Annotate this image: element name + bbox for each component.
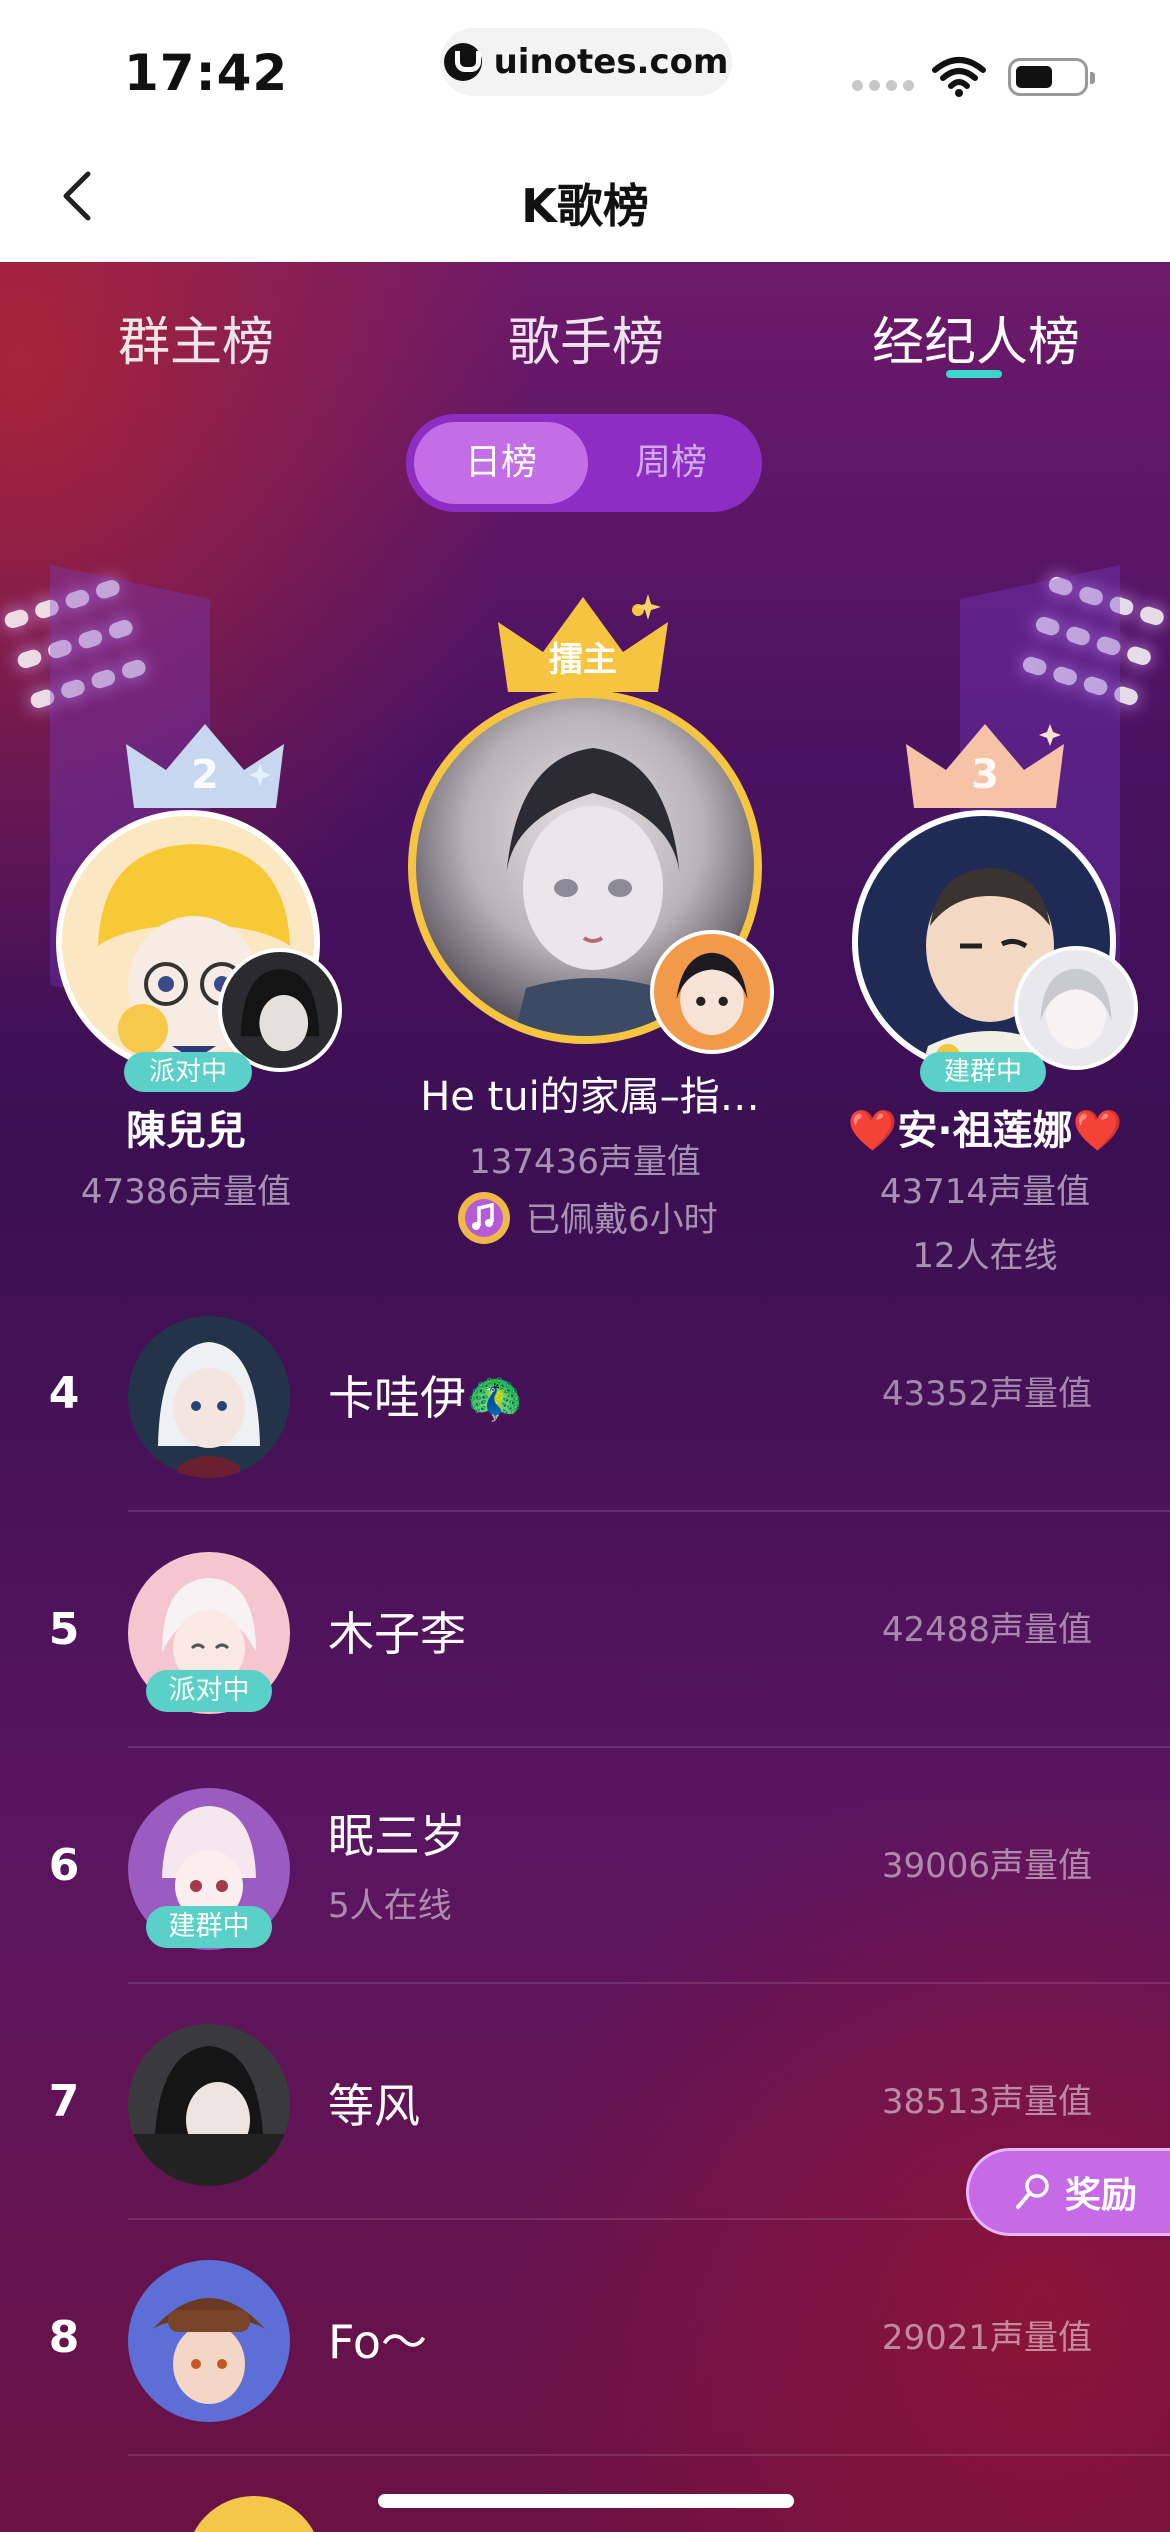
row-avatar[interactable]	[128, 2260, 290, 2422]
site-logo-icon	[443, 43, 482, 81]
surprised-emoji-icon	[118, 1004, 168, 1054]
champion-label: 擂主	[549, 640, 617, 680]
segment-daily[interactable]: 日榜	[414, 422, 588, 504]
row-online: 5人在线	[328, 1886, 452, 1926]
nav-bar: K歌榜	[0, 130, 1170, 262]
first-mini-avatar[interactable]	[650, 930, 774, 1054]
status-bar: 17:42 uinotes.com	[0, 0, 1170, 130]
row-avatar-art	[158, 1342, 260, 1478]
list-item[interactable]: 4 卡哇伊🦚 43352声量值	[0, 1276, 1170, 1512]
row-rank: 5	[48, 1604, 80, 1655]
tab-agent[interactable]: 经纪人榜	[872, 300, 1080, 375]
list-item[interactable]: 6 建群中 眠三岁 5人在线 39006声量值	[0, 1748, 1170, 1984]
url-pill[interactable]: uinotes.com	[440, 28, 732, 96]
row-avatar-art	[152, 2298, 266, 2404]
list-item[interactable]: 8 Fo～ 29021声量值	[0, 2220, 1170, 2456]
url-text: uinotes.com	[493, 42, 729, 82]
second-status-badge: 派对中	[124, 1052, 252, 1092]
wifi-icon	[932, 57, 986, 97]
segment-weekly[interactable]: 周榜	[588, 422, 754, 504]
third-online: 12人在线	[912, 1236, 1058, 1276]
mini-avatar-art	[676, 952, 748, 1036]
first-name: He tui的家属–指…	[420, 1074, 760, 1120]
third-name: ❤️安·祖莲娜❤️	[847, 1108, 1123, 1154]
row-name: 等风	[328, 2079, 420, 2133]
row-avatar[interactable]	[128, 2024, 290, 2186]
page-title: K歌榜	[521, 179, 649, 233]
mini-avatar-art	[1040, 968, 1112, 1050]
first-wear-text: 已佩戴6小时	[526, 1200, 718, 1240]
row-status-badge: 派对中	[146, 1670, 272, 1712]
third-mini-avatar[interactable]	[1014, 946, 1138, 1070]
row-rank: 6	[48, 1840, 80, 1891]
third-status-badge: 建群中	[920, 1052, 1046, 1092]
row-avatar[interactable]	[128, 1316, 290, 1478]
mini-avatar-art	[240, 968, 320, 1052]
tab-singer[interactable]: 歌手榜	[508, 300, 664, 375]
row-status-badge: 建群中	[146, 1906, 272, 1948]
reward-label: 奖励	[1065, 2175, 1138, 2216]
row-name: 木子李	[328, 1607, 466, 1661]
row-name: Fo～	[328, 2315, 427, 2369]
active-tab-indicator	[946, 370, 1002, 378]
second-rank: 2	[191, 752, 219, 798]
home-indicator	[378, 2494, 794, 2508]
period-segment: 日榜 周榜	[406, 414, 762, 512]
row-divider	[128, 2454, 1170, 2456]
tab-group-owner[interactable]: 群主榜	[118, 300, 274, 375]
battery-icon	[1008, 58, 1095, 96]
list-item[interactable]: 5 派对中 木子李 42488声量值	[0, 1512, 1170, 1748]
row-name: 卡哇伊🦚	[328, 1371, 524, 1425]
row-score: 43352声量值	[881, 1374, 1092, 1414]
row-score: 42488声量值	[881, 1610, 1092, 1650]
third-score: 43714声量值	[879, 1172, 1091, 1212]
reward-button[interactable]: 奖励	[966, 2148, 1170, 2236]
row-rank: 8	[48, 2312, 80, 2363]
row-score: 39006声量值	[881, 1846, 1092, 1886]
row-name: 眠三岁	[328, 1809, 466, 1863]
status-time: 17:42	[124, 44, 289, 102]
microphone-icon	[1016, 2174, 1049, 2209]
cellular-signal-icon	[852, 80, 914, 91]
music-badge-icon	[458, 1192, 510, 1244]
second-name: 陳兒兒	[126, 1108, 246, 1154]
row-rank: 7	[48, 2076, 80, 2127]
third-rank: 3	[971, 752, 999, 798]
second-score: 47386声量值	[80, 1172, 292, 1212]
row-score: 29021声量值	[881, 2318, 1092, 2358]
row-rank: 4	[48, 1368, 80, 1419]
first-score: 137436声量值	[469, 1142, 701, 1182]
row-avatar-art	[128, 2046, 290, 2186]
